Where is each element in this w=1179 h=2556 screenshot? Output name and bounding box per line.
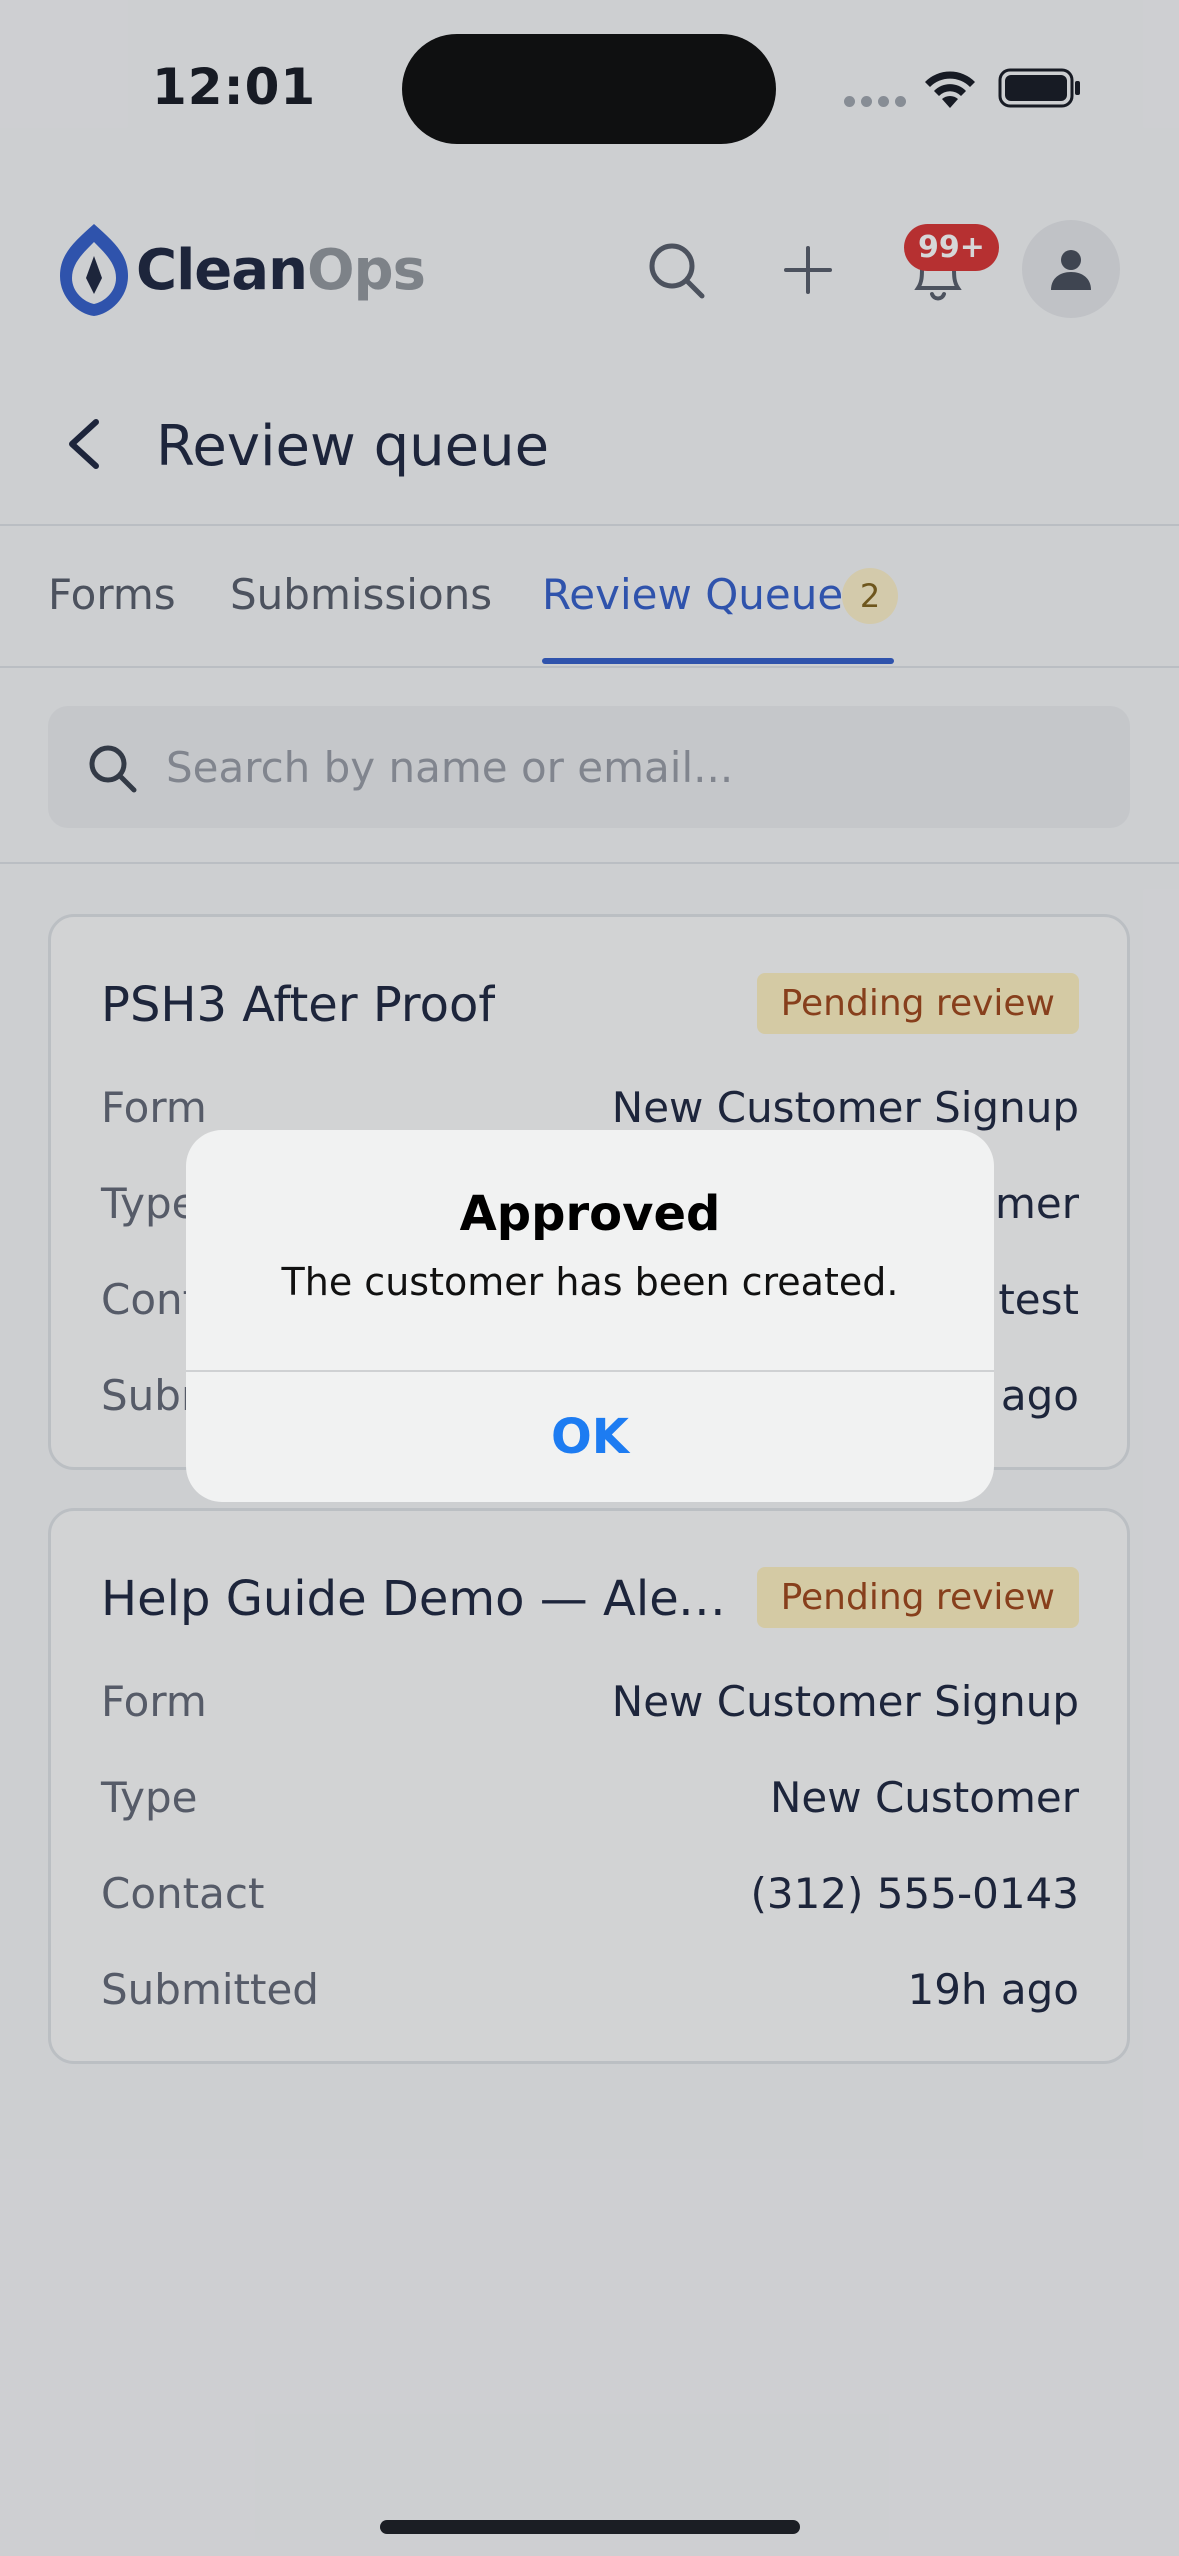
ok-button[interactable]: OK [186, 1372, 994, 1502]
home-indicator[interactable] [380, 2520, 800, 2534]
screen: 12:01 CleanOps 99+ Review queue Forms Su… [0, 0, 1179, 2556]
alert-dialog: Approved The customer has been created. … [186, 1130, 994, 1502]
alert-title: Approved [459, 1186, 721, 1242]
alert-message: The customer has been created. [281, 1260, 899, 1304]
